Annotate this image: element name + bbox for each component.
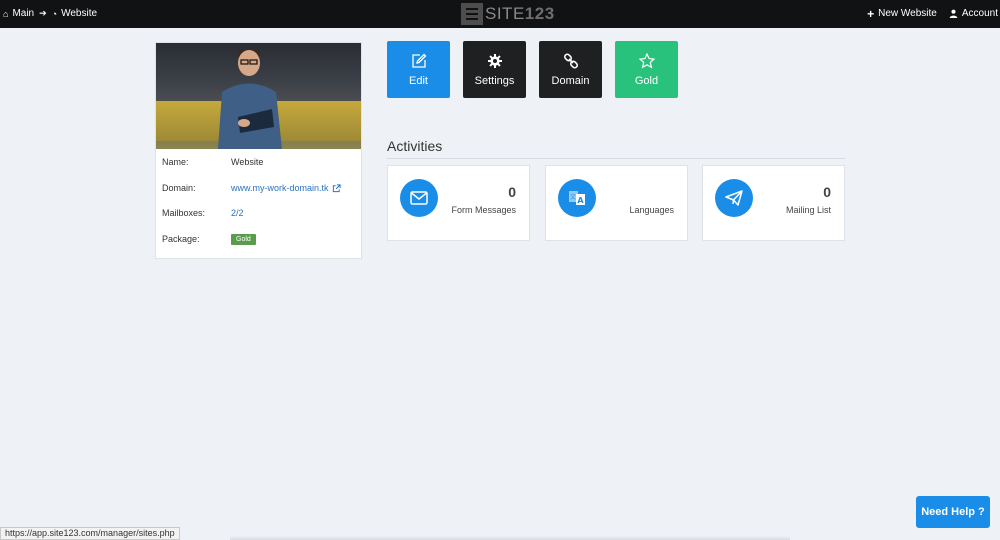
package-badge: Gold [231,233,256,245]
link-icon [563,52,578,69]
breadcrumb: ⌂ Main ➔ ◔ Website [3,8,97,19]
svg-text:文: 文 [570,193,576,201]
edit-label: Edit [409,74,428,87]
domain-button[interactable]: Domain [539,41,602,98]
plus-icon: + [867,6,875,21]
info-row-mailboxes: Mailboxes: 2/2 [162,208,355,234]
info-row-package: Package: Gold [162,233,355,260]
name-value: Website [231,157,264,167]
domain-link[interactable]: www.my-work-domain.tk [231,183,329,193]
website-thumbnail-image[interactable] [156,43,361,149]
form-messages-label: Form Messages [451,205,516,215]
top-right-menu: + New Website Account [867,6,998,21]
star-icon [638,52,655,68]
gold-upgrade-button[interactable]: Gold [615,41,678,98]
edit-icon [411,53,426,68]
logo-mark-icon [461,3,483,25]
info-row-name: Name: Website [162,157,355,183]
settings-button[interactable]: Settings [463,41,526,98]
external-link-icon[interactable] [332,183,341,193]
form-messages-count: 0 [508,184,516,200]
translate-icon: A文 [558,179,596,217]
website-info-list: Name: Website Domain: www.my-work-domain… [156,149,361,259]
account-label: Account [961,8,998,19]
home-icon: ⌂ [3,8,9,19]
info-row-domain: Domain: www.my-work-domain.tk [162,183,355,209]
activities-heading: Activities [387,138,443,154]
website-profile-card: Name: Website Domain: www.my-work-domain… [155,42,362,259]
domain-label: Domain: [162,182,196,193]
breadcrumb-website[interactable]: Website [61,8,97,19]
languages-label: Languages [629,205,674,215]
package-label: Package: [162,233,200,244]
mailing-list-card[interactable]: 0 Mailing List [702,165,845,241]
breadcrumb-main[interactable]: Main [12,8,34,19]
new-website-button[interactable]: + New Website [867,6,937,21]
activities-divider [387,158,845,159]
edit-button[interactable]: Edit [387,41,450,98]
dashboard-icon: ◔ [51,8,58,19]
account-button[interactable]: Account [949,8,998,19]
arrow-right-icon: ➔ [39,8,47,18]
form-messages-card[interactable]: 0 Form Messages [387,165,530,241]
domain-label: Domain [551,74,590,87]
gold-label: Gold [634,74,659,87]
site123-logo[interactable]: SITE123 [461,3,555,25]
user-icon [949,9,958,18]
mailing-list-count: 0 [823,184,831,200]
mailboxes-link[interactable]: 2/2 [231,208,244,218]
mailboxes-label: Mailboxes: [162,208,206,218]
languages-card[interactable]: A文 Languages [545,165,688,241]
top-navigation-bar: ⌂ Main ➔ ◔ Website SITE123 + New Website… [0,0,1000,28]
mailing-list-label: Mailing List [785,205,831,215]
logo-text-site: SITE [485,4,525,23]
new-website-label: New Website [878,8,937,19]
need-help-button[interactable]: Need Help ? [916,496,990,528]
svg-text:A: A [577,196,584,205]
person-photo [218,49,282,149]
logo-text-number: 123 [524,4,555,23]
gear-icon [487,53,502,68]
settings-label: Settings [474,74,515,87]
status-bar-url: https://app.site123.com/manager/sites.ph… [0,527,180,540]
envelope-icon [400,179,438,217]
paper-plane-icon [715,179,753,217]
name-label: Name: [162,157,189,167]
